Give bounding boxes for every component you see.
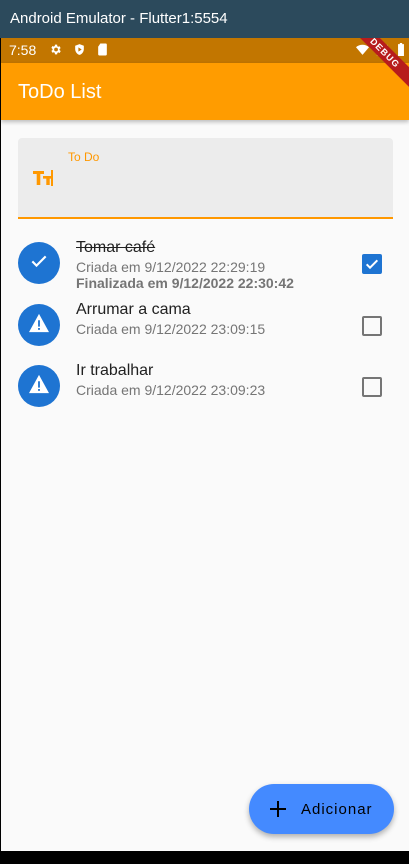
app-bar: ToDo List bbox=[1, 63, 409, 120]
add-button[interactable]: Adicionar bbox=[249, 784, 394, 834]
sd-card-icon bbox=[96, 43, 109, 56]
warning-icon bbox=[28, 374, 50, 399]
todo-avatar bbox=[18, 304, 60, 346]
gear-icon bbox=[49, 43, 62, 56]
todo-checkbox[interactable] bbox=[362, 377, 382, 397]
check-icon bbox=[365, 259, 379, 270]
todo-avatar bbox=[18, 242, 60, 284]
todo-title: Tomar café bbox=[76, 239, 156, 256]
app-title: ToDo List bbox=[18, 81, 102, 103]
todo-title: Arrumar a cama bbox=[76, 301, 191, 318]
todo-item[interactable]: Arrumar a cama Criada em 9/12/2022 23:09… bbox=[1, 297, 409, 357]
window-title: Android Emulator - Flutter1:5554 bbox=[0, 0, 409, 38]
todo-avatar bbox=[18, 365, 60, 407]
todo-finished: Finalizada em 9/12/2022 22:30:42 bbox=[76, 275, 294, 291]
todo-created: Criada em 9/12/2022 23:09:23 bbox=[76, 382, 266, 398]
todo-input-label: To Do bbox=[68, 150, 100, 164]
todo-checkbox[interactable] bbox=[362, 316, 382, 336]
plus-icon bbox=[269, 800, 287, 818]
warning-icon bbox=[28, 313, 50, 338]
status-time: 7:58 bbox=[9, 42, 37, 58]
status-bar: 7:58 DEBUG bbox=[1, 38, 409, 94]
todo-input-field[interactable] bbox=[68, 166, 378, 190]
todo-created: Criada em 9/12/2022 23:09:15 bbox=[76, 321, 266, 337]
text-cursor bbox=[51, 170, 53, 186]
todo-title: Ir trabalhar bbox=[76, 362, 154, 379]
todo-created: Criada em 9/12/2022 22:29:19 bbox=[76, 259, 266, 275]
todo-item[interactable]: Ir trabalhar Criada em 9/12/2022 23:09:2… bbox=[1, 358, 409, 418]
navigation-bar bbox=[0, 851, 409, 864]
check-icon bbox=[29, 251, 49, 276]
add-button-label: Adicionar bbox=[301, 800, 373, 818]
shield-icon bbox=[73, 43, 86, 56]
todo-item[interactable]: Tomar café Criada em 9/12/2022 22:29:19 … bbox=[1, 235, 409, 295]
phone-screen: 7:58 DEBUG ToDo List To Do Tomar café Cr… bbox=[1, 38, 409, 851]
todo-checkbox[interactable] bbox=[362, 254, 382, 274]
todo-input-box[interactable]: To Do bbox=[18, 138, 393, 219]
